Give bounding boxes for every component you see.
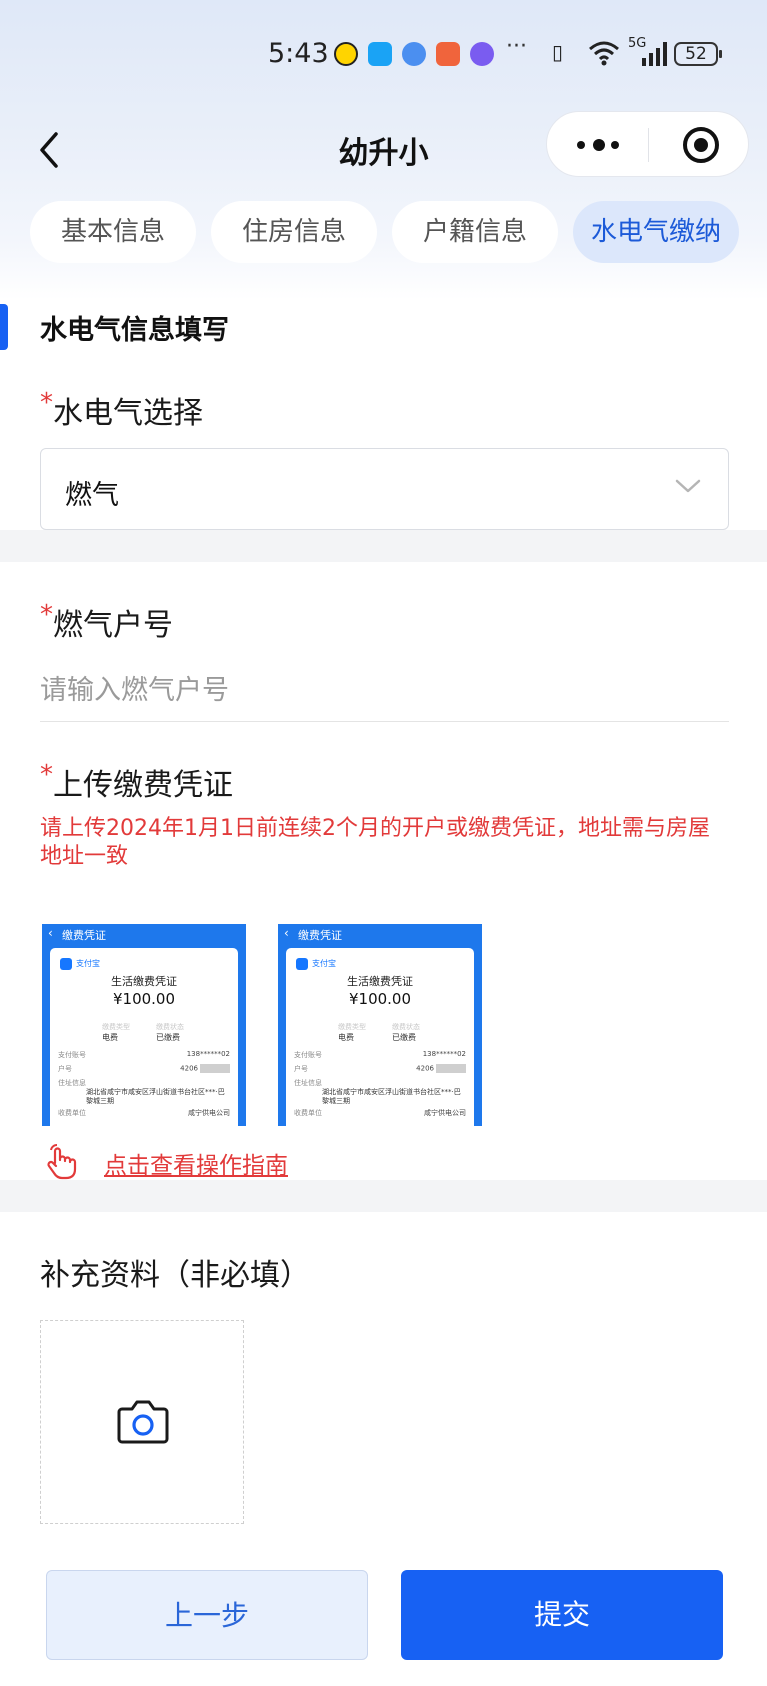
alipay-logo-icon	[296, 958, 308, 970]
redacted-block	[436, 1064, 466, 1073]
receipt-row: 支付账号 138******02	[294, 1050, 466, 1059]
close-mini-program-icon[interactable]	[683, 127, 719, 163]
tab-utility-payment[interactable]: 水电气缴纳	[573, 201, 739, 263]
gas-account-input[interactable]	[40, 658, 729, 722]
music-icon	[470, 42, 494, 66]
more-menu-icon[interactable]	[577, 137, 621, 153]
back-arrow-icon: ‹	[48, 926, 53, 940]
more-notifications-icon: ···	[506, 34, 527, 59]
app-store-icon	[436, 42, 460, 66]
section-divider	[0, 530, 767, 562]
operation-guide-link[interactable]: 点击查看操作指南	[104, 1146, 288, 1180]
tab-basic-info[interactable]: 基本信息	[30, 201, 196, 263]
status-bar: 5:43 ··· ▯ 5G 52	[0, 34, 767, 78]
receipt-amount: ¥100.00	[112, 990, 176, 1008]
receipt-row: 户号 4206	[58, 1064, 230, 1074]
example-receipt-image[interactable]: ‹ 缴费凭证 支付宝 生活缴费凭证 ¥100.00 缴费类型 电费 缴费状态 已…	[42, 924, 246, 1126]
receipt-status-value: 已缴费	[156, 1033, 180, 1042]
receipt-bar-title: 缴费凭证	[298, 929, 342, 942]
utility-select-label: *水电气选择	[40, 388, 203, 432]
receipt-topbar: ‹ 缴费凭证	[278, 924, 482, 946]
mini-program-capsule	[546, 111, 749, 177]
receipt-type-value: 电费	[102, 1033, 118, 1042]
receipt-title: 生活缴费凭证	[347, 975, 413, 988]
upload-hint: 请上传2024年1月1日前连续2个月的开户或缴费凭证，地址需与房屋地址一致	[40, 816, 710, 869]
supplement-upload-box[interactable]	[40, 1320, 244, 1524]
tab-housing-info[interactable]: 住房信息	[211, 201, 377, 263]
submit-button[interactable]: 提交	[401, 1570, 723, 1660]
receipt-app-name: 支付宝	[312, 959, 336, 968]
section-divider	[0, 1180, 767, 1212]
required-mark: *	[40, 388, 53, 418]
supplement-title: 补充资料（非必填）	[40, 1258, 310, 1293]
tab-household-registration[interactable]: 户籍信息	[392, 201, 558, 263]
signal-icon	[642, 42, 667, 66]
status-time: 5:43	[268, 38, 329, 69]
example-receipt-image[interactable]: ‹ 缴费凭证 支付宝 生活缴费凭证 ¥100.00 缴费类型 电费 缴费状态 已…	[278, 924, 482, 1126]
camera-icon	[117, 1400, 169, 1444]
wifi-icon	[589, 41, 619, 66]
receipt-topbar: ‹ 缴费凭证	[42, 924, 246, 946]
chevron-down-icon	[675, 479, 701, 493]
back-arrow-icon: ‹	[284, 926, 289, 940]
section-accent-bar	[0, 304, 8, 350]
required-mark: *	[40, 760, 53, 790]
receipt-card: 支付宝 生活缴费凭证 ¥100.00 缴费类型 电费 缴费状态 已缴费 支付账号…	[286, 948, 474, 1126]
search-app-icon	[368, 42, 392, 66]
upload-voucher-label-text: 上传缴费凭证	[53, 768, 233, 803]
input-underline	[40, 721, 729, 722]
receipt-address: 湖北省咸宁市咸安区浮山街道书台社区***·巴黎城三期	[86, 1088, 225, 1105]
section-title: 水电气信息填写	[40, 315, 229, 346]
receipt-status-key: 缴费状态	[392, 1023, 420, 1031]
receipt-title: 生活缴费凭证	[111, 975, 177, 988]
receipt-row: 收费单位 咸宁供电公司	[58, 1109, 230, 1117]
utility-select-label-text: 水电气选择	[53, 396, 203, 431]
receipt-status-value: 已缴费	[392, 1033, 416, 1042]
browser-icon	[402, 42, 426, 66]
receipt-bar-title: 缴费凭证	[62, 929, 106, 942]
receipt-address: 湖北省咸宁市咸安区浮山街道书台社区***·巴黎城三期	[322, 1088, 461, 1105]
receipt-status-key: 缴费状态	[156, 1023, 184, 1031]
vibrate-icon: ▯	[552, 40, 564, 64]
utility-type-select[interactable]: 燃气	[40, 448, 729, 530]
redacted-block	[200, 1064, 230, 1073]
battery-icon: 52	[674, 42, 722, 66]
required-mark: *	[40, 600, 53, 630]
receipt-type-key: 缴费类型	[338, 1023, 366, 1031]
upload-voucher-label: *上传缴费凭证	[40, 760, 233, 804]
receipt-row: 支付账号 138******02	[58, 1050, 230, 1059]
receipt-amount: ¥100.00	[348, 990, 412, 1008]
receipt-card: 支付宝 生活缴费凭证 ¥100.00 缴费类型 电费 缴费状态 已缴费 支付账号…	[50, 948, 238, 1126]
utility-type-value: 燃气	[65, 480, 119, 511]
receipt-app-name: 支付宝	[76, 959, 100, 968]
capsule-divider	[648, 128, 649, 162]
receipt-type-key: 缴费类型	[102, 1023, 130, 1031]
receipt-row: 住址信息	[58, 1079, 86, 1087]
gas-account-label: *燃气户号	[40, 600, 173, 644]
receipt-row: 收费单位 咸宁供电公司	[294, 1109, 466, 1117]
alipay-logo-icon	[60, 958, 72, 970]
hand-pointer-icon	[47, 1143, 77, 1180]
receipt-row: 户号 4206	[294, 1064, 466, 1074]
qq-icon	[334, 42, 358, 66]
previous-step-button[interactable]: 上一步	[46, 1570, 368, 1660]
receipt-type-value: 电费	[338, 1033, 354, 1042]
gas-account-label-text: 燃气户号	[53, 608, 173, 643]
receipt-row: 住址信息	[294, 1079, 322, 1087]
